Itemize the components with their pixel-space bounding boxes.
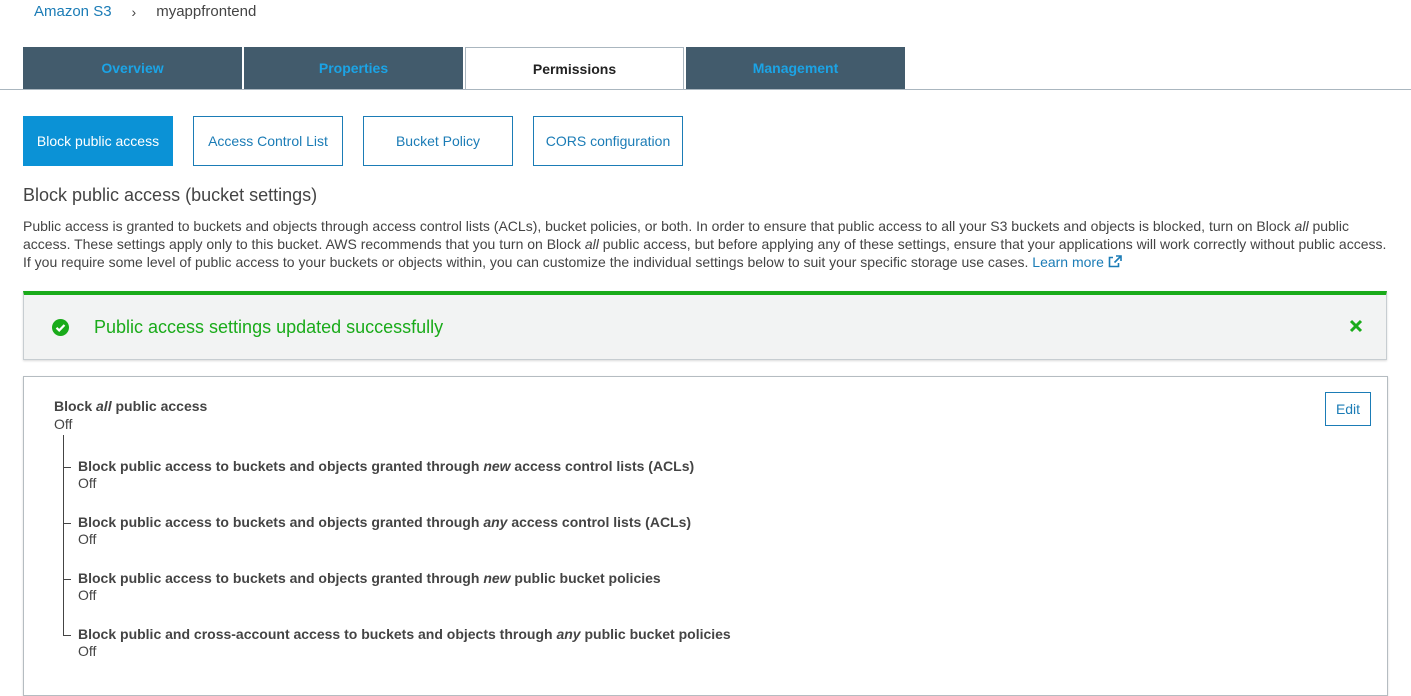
tree-connector xyxy=(63,435,64,636)
setting-item-title: Block public access to buckets and objec… xyxy=(78,458,694,474)
external-link-icon xyxy=(1108,255,1122,268)
subtab-block-public-access[interactable]: Block public access xyxy=(23,116,173,166)
setting-item: Block public and cross-account access to… xyxy=(63,626,731,659)
item-prefix: Block public access to buckets and objec… xyxy=(78,514,484,530)
setting-item: Block public access to buckets and objec… xyxy=(63,514,691,547)
tree-tick xyxy=(63,579,71,580)
desc-text-1: Public access is granted to buckets and … xyxy=(23,218,1295,234)
learn-more-link[interactable]: Learn more xyxy=(1032,254,1122,270)
tree-tick xyxy=(63,635,71,636)
master-prefix: Block xyxy=(54,398,97,414)
desc-emph-1: all xyxy=(1294,218,1309,234)
bucket-tabs: Overview Properties Permissions Manageme… xyxy=(23,47,907,90)
item-emph: any xyxy=(483,514,508,530)
setting-item-title: Block public and cross-account access to… xyxy=(78,626,731,642)
tab-overview[interactable]: Overview xyxy=(23,47,242,89)
item-suffix: public bucket policies xyxy=(580,626,731,642)
check-circle-icon xyxy=(52,319,69,336)
setting-item-value: Off xyxy=(78,587,97,603)
learn-more-label: Learn more xyxy=(1032,254,1104,270)
tab-divider xyxy=(0,89,1411,90)
setting-item: Block public access to buckets and objec… xyxy=(63,458,694,491)
section-title: Block public access (bucket settings) xyxy=(23,185,318,205)
item-prefix: Block public access to buckets and objec… xyxy=(78,570,484,586)
flash-message: Public access settings updated successfu… xyxy=(94,317,444,337)
success-flash: Public access settings updated successfu… xyxy=(23,291,1387,360)
subtab-access-control-list[interactable]: Access Control List xyxy=(193,116,343,166)
setting-item-value: Off xyxy=(78,531,97,547)
subtab-bucket-policy[interactable]: Bucket Policy xyxy=(363,116,513,166)
setting-item-value: Off xyxy=(78,643,97,659)
setting-item-value: Off xyxy=(78,475,97,491)
item-prefix: Block public access to buckets and objec… xyxy=(78,458,484,474)
section-description: Public access is granted to buckets and … xyxy=(23,217,1393,271)
item-prefix: Block public and cross-account access to… xyxy=(78,626,557,642)
block-public-access-panel: Edit Block all public access Off Block p… xyxy=(23,376,1388,696)
tab-properties[interactable]: Properties xyxy=(244,47,463,89)
tab-permissions[interactable]: Permissions xyxy=(465,47,684,90)
master-emph: all xyxy=(96,398,112,414)
item-suffix: public bucket policies xyxy=(510,570,661,586)
item-emph: new xyxy=(483,458,511,474)
item-emph: any xyxy=(556,626,581,642)
desc-emph-2: all xyxy=(584,236,599,252)
master-setting-value: Off xyxy=(54,416,73,432)
master-setting-title: Block all public access xyxy=(54,398,207,414)
item-suffix: access control lists (ACLs) xyxy=(507,514,692,530)
setting-item-title: Block public access to buckets and objec… xyxy=(78,514,691,530)
setting-item-title: Block public access to buckets and objec… xyxy=(78,570,661,586)
tree-tick xyxy=(63,523,71,524)
item-suffix: access control lists (ACLs) xyxy=(510,458,695,474)
chevron-right-icon: › xyxy=(131,3,137,20)
edit-button[interactable]: Edit xyxy=(1325,392,1371,426)
breadcrumb: Amazon S3 › myappfrontend xyxy=(34,3,256,20)
close-icon[interactable] xyxy=(1349,319,1363,333)
tree-tick xyxy=(63,467,71,468)
master-suffix: public access xyxy=(111,398,208,414)
breadcrumb-current-bucket: myappfrontend xyxy=(156,3,257,20)
item-emph: new xyxy=(483,570,511,586)
tab-management[interactable]: Management xyxy=(686,47,905,89)
subtab-cors-configuration[interactable]: CORS configuration xyxy=(533,116,683,166)
breadcrumb-amazon-s3-link[interactable]: Amazon S3 xyxy=(34,3,112,20)
permissions-subtabs: Block public access Access Control List … xyxy=(23,116,703,166)
setting-item: Block public access to buckets and objec… xyxy=(63,570,661,603)
